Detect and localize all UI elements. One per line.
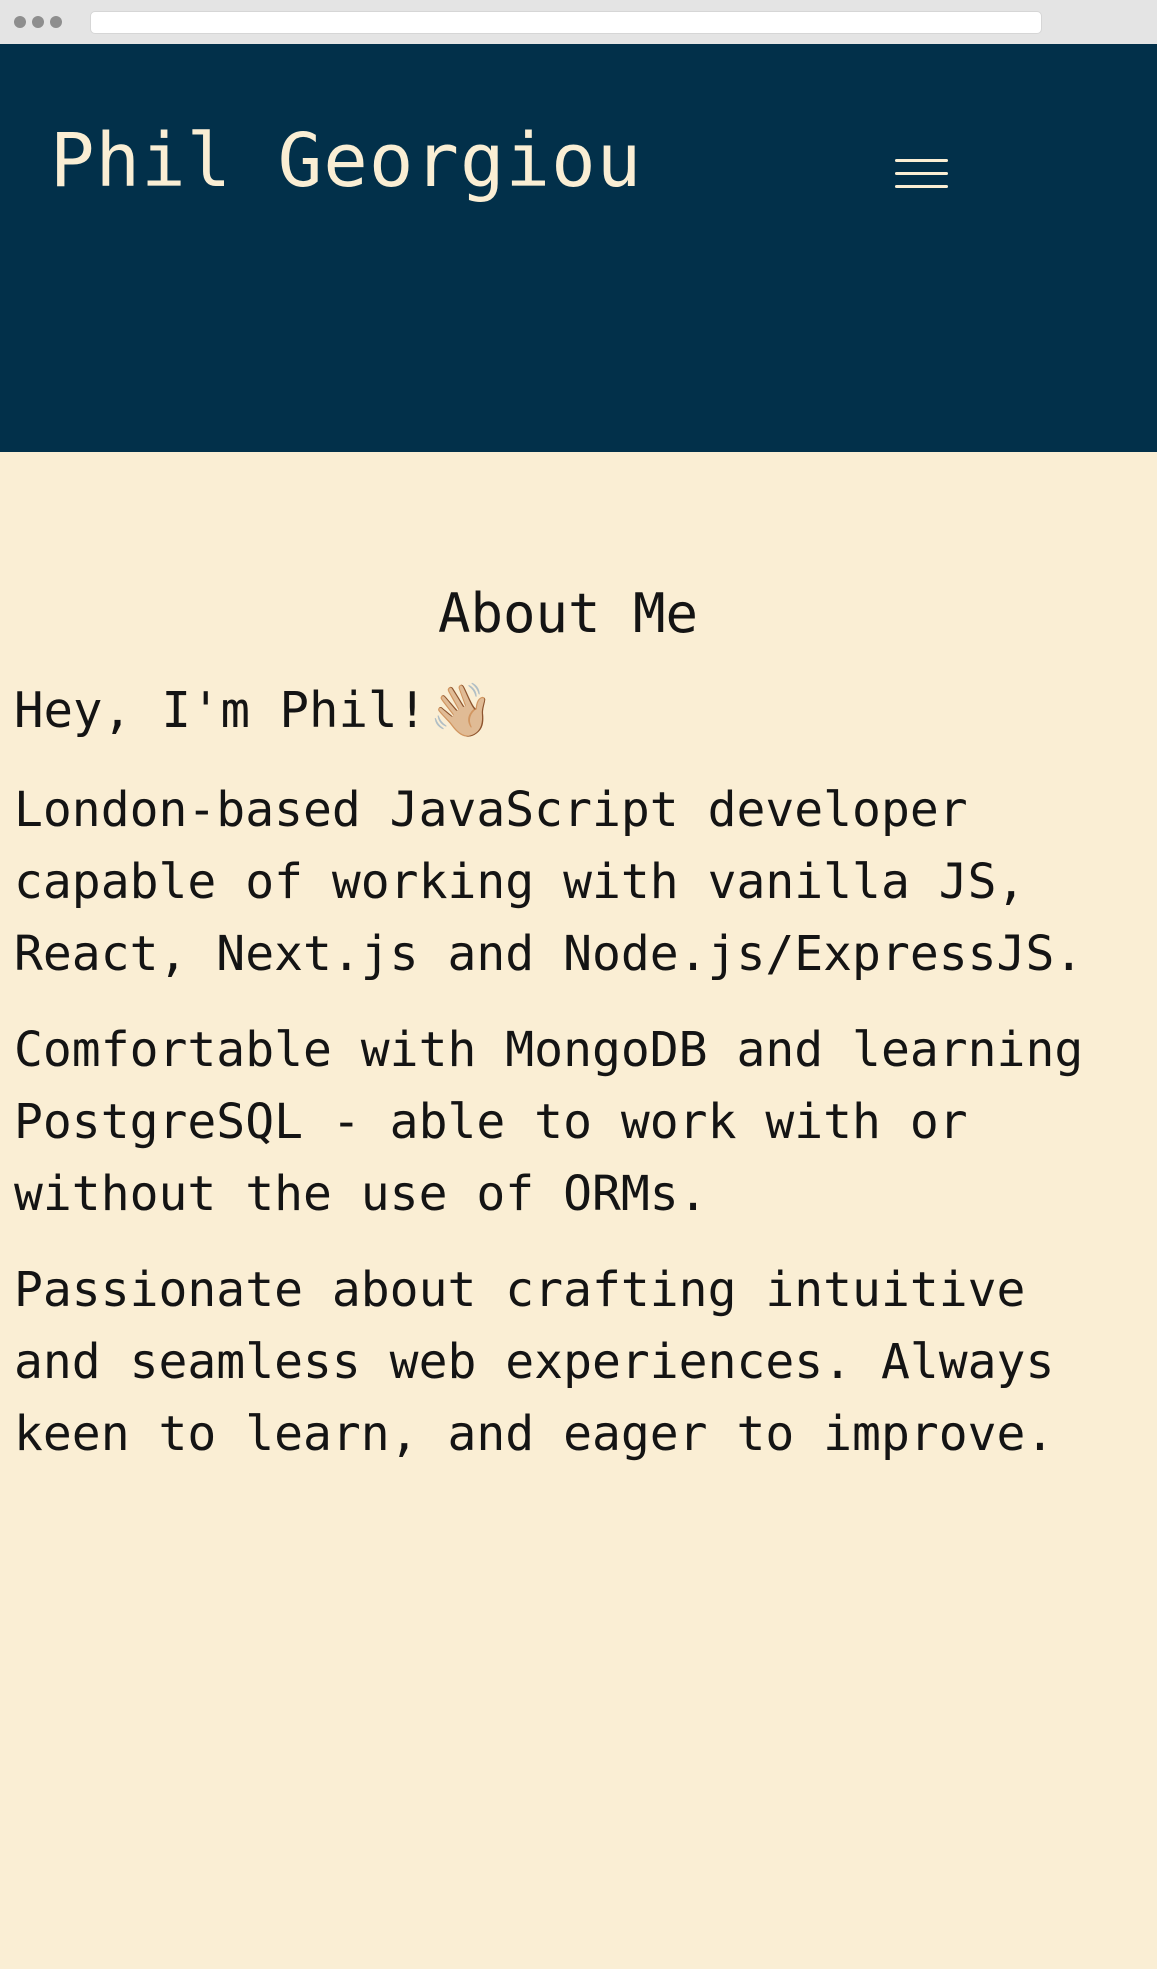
greeting: Hey, I'm Phil! 👋🏼 — [14, 682, 494, 741]
hamburger-line — [895, 172, 948, 175]
about-paragraph: London-based JavaScript developer capabl… — [14, 774, 1134, 990]
paragraph-line: Passionate about crafting intuitive — [14, 1262, 1026, 1318]
address-bar[interactable] — [90, 11, 1042, 34]
window-dot-icon[interactable] — [14, 16, 26, 28]
paragraph-line: Comfortable with MongoDB and learning — [14, 1022, 1084, 1078]
paragraph-line: PostgreSQL - able to work with or — [14, 1094, 968, 1150]
about-paragraph: Passionate about crafting intuitive and … — [14, 1254, 1134, 1470]
paragraph-line: capable of working with vanilla JS, — [14, 854, 1026, 910]
paragraph-line: without the use of ORMs. — [14, 1166, 708, 1222]
site-header: Phil Georgiou — [0, 44, 1157, 452]
greeting-text: Hey, I'm Phil! — [14, 682, 428, 739]
hamburger-menu-icon[interactable] — [893, 157, 951, 197]
about-paragraph: Comfortable with MongoDB and learning Po… — [14, 1014, 1134, 1230]
hamburger-line — [895, 185, 948, 188]
site-title[interactable]: Phil Georgiou — [50, 124, 642, 198]
paragraph-line: London-based JavaScript developer — [14, 782, 968, 838]
paragraph-line: React, Next.js and Node.js/ExpressJS. — [14, 926, 1084, 982]
browser-chrome — [0, 0, 1157, 44]
hamburger-line — [895, 159, 948, 162]
window-dot-icon[interactable] — [32, 16, 44, 28]
paragraph-line: keen to learn, and eager to improve. — [14, 1406, 1055, 1462]
window-controls — [14, 16, 62, 28]
paragraph-line: and seamless web experiences. Always — [14, 1334, 1055, 1390]
about-heading: About Me — [437, 582, 699, 645]
window-dot-icon[interactable] — [50, 16, 62, 28]
waving-hand-icon: 👋🏼 — [429, 681, 494, 742]
